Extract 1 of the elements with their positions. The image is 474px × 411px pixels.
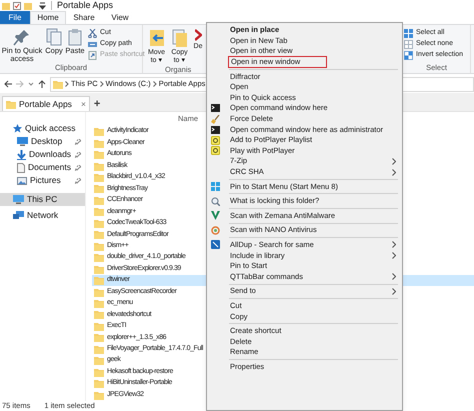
window-title: Portable Apps xyxy=(57,0,114,11)
